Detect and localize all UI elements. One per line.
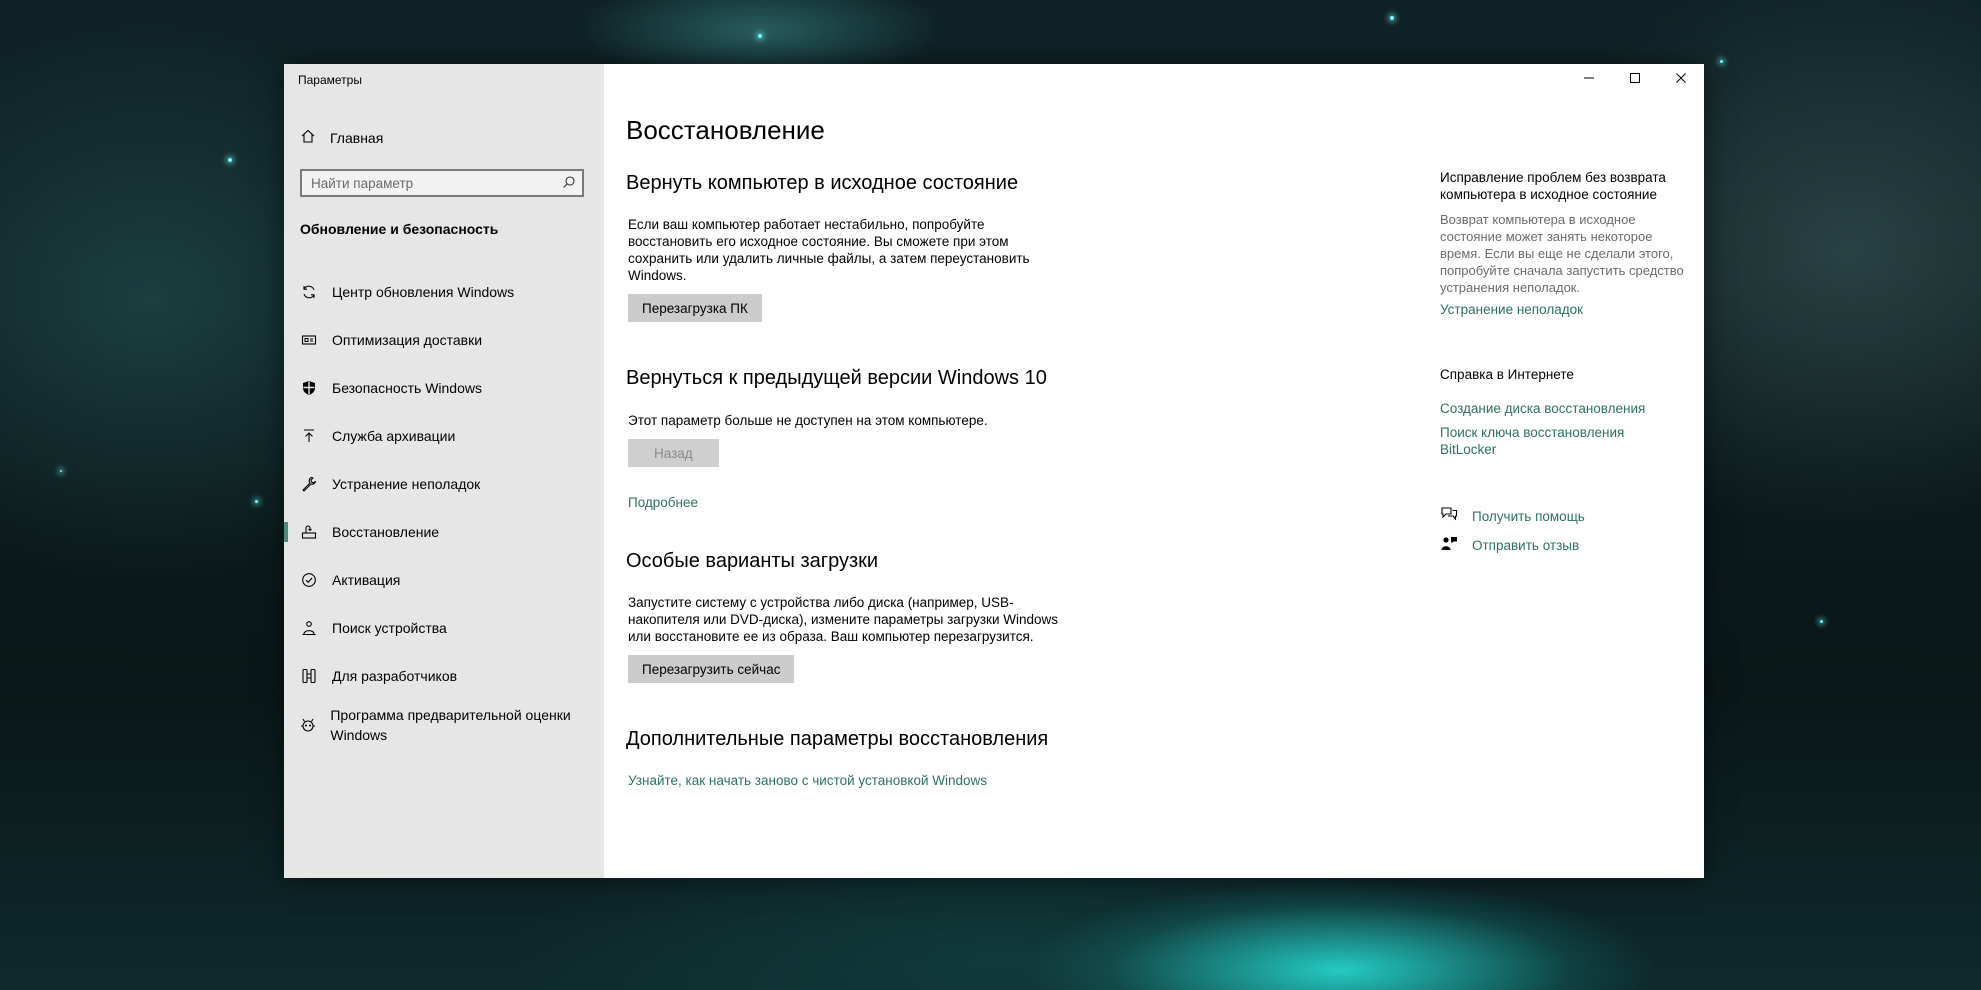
search-box	[300, 169, 584, 197]
feedback-icon	[1440, 535, 1458, 556]
sidebar-item-troubleshoot[interactable]: Устранение неполадок	[284, 460, 604, 508]
search-icon[interactable]	[562, 175, 578, 191]
backup-arrow-icon	[300, 427, 318, 445]
sidebar-nav: Центр обновления Windows Оптимизация дос…	[284, 268, 604, 750]
reset-heading: Вернуть компьютер в исходное состояние	[626, 172, 1019, 194]
page-title: Восстановление	[626, 115, 825, 145]
rollback-description: Этот параметр больше не доступен на этом…	[628, 413, 988, 428]
sidebar-item-label: Активация	[332, 572, 401, 588]
home-nav-item[interactable]: Главная	[300, 125, 383, 151]
sidebar-item-label: Безопасность Windows	[332, 380, 482, 396]
background-light	[255, 500, 258, 503]
check-circle-icon	[300, 571, 318, 589]
web-help-heading: Справка в Интернете	[1440, 367, 1574, 382]
more-recovery-heading: Дополнительные параметры восстановления	[626, 728, 1049, 750]
background-light	[1390, 16, 1394, 20]
person-pin-icon	[300, 619, 318, 637]
feedback-row[interactable]: Отправить отзыв	[1440, 535, 1712, 556]
reset-pc-button[interactable]: Перезагрузка ПК	[628, 294, 762, 322]
insider-icon	[300, 716, 316, 734]
sidebar-item-label: Программа предварительной оценки Windows	[330, 707, 571, 743]
recovery-icon	[300, 523, 318, 541]
window-title: Параметры	[298, 73, 362, 87]
get-help-link[interactable]: Получить помощь	[1472, 508, 1712, 525]
caption-buttons	[1566, 64, 1704, 96]
sidebar-item-windows-security[interactable]: Безопасность Windows	[284, 364, 604, 412]
sidebar-item-label: Восстановление	[332, 524, 440, 540]
maximize-icon	[1629, 71, 1641, 89]
close-button[interactable]	[1658, 64, 1704, 96]
sidebar-item-label: Оптимизация доставки	[332, 332, 483, 348]
restart-now-button[interactable]: Перезагрузить сейчас	[628, 655, 795, 683]
sidebar-item-label: Для разработчиков	[332, 668, 458, 684]
maximize-button[interactable]	[1612, 64, 1658, 96]
recovery-drive-link[interactable]: Создание диска восстановления	[1440, 400, 1680, 417]
background-light	[60, 470, 62, 472]
sidebar-item-label: Центр обновления Windows	[332, 284, 515, 300]
background-light	[228, 158, 232, 162]
sync-icon	[300, 283, 318, 301]
sidebar-item-label: Служба архивации	[332, 428, 456, 444]
home-label: Главная	[330, 130, 384, 146]
reset-description: Если ваш компьютер работает нестабильно,…	[628, 217, 1030, 283]
close-icon	[1675, 71, 1687, 89]
go-back-button[interactable]: Назад	[628, 439, 719, 467]
sidebar-item-backup[interactable]: Служба архивации	[284, 412, 604, 460]
sidebar-item-recovery[interactable]: Восстановление	[284, 508, 604, 556]
sidebar-item-label: Устранение неполадок	[332, 476, 481, 492]
background-light	[758, 34, 762, 38]
sidebar-item-insider-program[interactable]: Программа предварительной оценки Windows	[284, 700, 604, 750]
minimize-button[interactable]	[1566, 64, 1612, 96]
fix-description: Возврат компьютера в исходное состояние …	[1440, 212, 1684, 295]
sidebar-item-find-device[interactable]: Поиск устройства	[284, 604, 604, 652]
sidebar-item-windows-update[interactable]: Центр обновления Windows	[284, 268, 604, 316]
delivery-icon	[300, 331, 318, 349]
chat-help-icon	[1440, 506, 1458, 527]
advanced-startup-description: Запустите систему с устройства либо диск…	[628, 595, 1059, 644]
search-input[interactable]	[302, 171, 551, 195]
settings-window: Параметры Главная Обновление и безопасно…	[284, 64, 1704, 878]
wrench-icon	[300, 475, 318, 493]
developer-icon	[300, 667, 318, 685]
fresh-start-link[interactable]: Узнайте, как начать заново с чистой уста…	[628, 773, 987, 788]
shield-icon	[300, 379, 318, 397]
rollback-heading: Вернуться к предыдущей версии Windows 10	[626, 367, 1047, 389]
get-help-row[interactable]: Получить помощь	[1440, 506, 1712, 527]
section-title: Обновление и безопасность	[300, 221, 499, 237]
feedback-link[interactable]: Отправить отзыв	[1472, 537, 1712, 554]
sidebar: Параметры Главная Обновление и безопасно…	[284, 64, 604, 878]
sidebar-item-for-developers[interactable]: Для разработчиков	[284, 652, 604, 700]
sidebar-item-activation[interactable]: Активация	[284, 556, 604, 604]
bitlocker-key-link[interactable]: Поиск ключа восстановления BitLocker	[1440, 424, 1640, 458]
background-light	[1820, 620, 1823, 623]
sidebar-item-delivery-optimization[interactable]: Оптимизация доставки	[284, 316, 604, 364]
background-light	[1720, 60, 1723, 63]
home-icon	[300, 128, 316, 149]
minimize-icon	[1583, 71, 1595, 89]
advanced-startup-heading: Особые варианты загрузки	[626, 550, 879, 572]
learn-more-link[interactable]: Подробнее	[628, 495, 698, 510]
troubleshoot-link[interactable]: Устранение неполадок	[1440, 301, 1680, 318]
sidebar-item-label: Поиск устройства	[332, 620, 447, 636]
fix-heading: Исправление проблем без возврата компьют…	[1440, 170, 1666, 202]
